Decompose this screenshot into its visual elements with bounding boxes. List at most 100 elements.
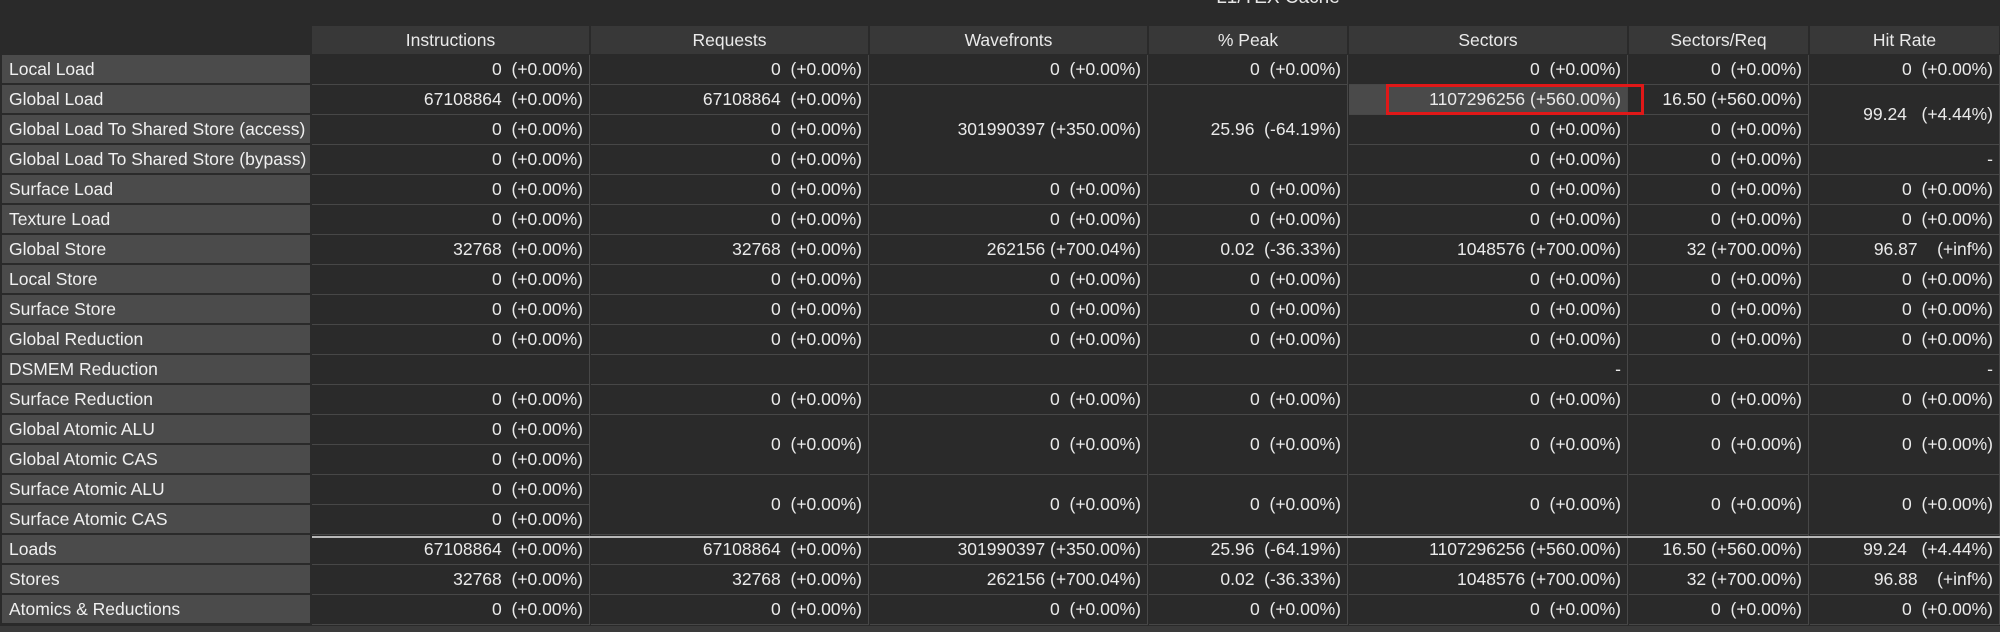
table-cell[interactable]: 32768 (+0.00%) bbox=[312, 565, 590, 595]
row-label[interactable]: Surface Load bbox=[2, 175, 310, 204]
table-cell[interactable]: 0 (+0.00%) bbox=[1149, 265, 1348, 295]
table-cell[interactable]: 99.24 (+4.44%) bbox=[1810, 85, 2000, 145]
table-cell[interactable]: 0 (+0.00%) bbox=[312, 475, 590, 505]
table-cell[interactable]: 0 (+0.00%) bbox=[1349, 595, 1628, 625]
table-cell[interactable]: 0 (+0.00%) bbox=[1349, 265, 1628, 295]
table-cell[interactable]: 0 (+0.00%) bbox=[1629, 325, 1809, 355]
table-cell[interactable]: 0 (+0.00%) bbox=[1810, 415, 2000, 475]
table-cell[interactable]: - bbox=[1810, 145, 2000, 175]
table-cell[interactable]: 0 (+0.00%) bbox=[591, 415, 869, 475]
table-cell[interactable]: 0 (+0.00%) bbox=[591, 55, 869, 85]
table-cell[interactable]: 0 (+0.00%) bbox=[870, 595, 1148, 625]
table-cell[interactable]: 67108864 (+0.00%) bbox=[312, 535, 590, 565]
table-cell[interactable]: 0 (+0.00%) bbox=[1629, 595, 1809, 625]
table-cell[interactable]: 0 (+0.00%) bbox=[312, 265, 590, 295]
table-cell[interactable]: 67108864 (+0.00%) bbox=[591, 535, 869, 565]
table-cell[interactable]: 1107296256 (+560.00%) bbox=[1349, 535, 1628, 565]
table-cell[interactable]: 0 (+0.00%) bbox=[591, 145, 869, 175]
table-cell[interactable]: 0 (+0.00%) bbox=[312, 295, 590, 325]
table-cell[interactable]: 0 (+0.00%) bbox=[591, 175, 869, 205]
table-cell[interactable]: 0 (+0.00%) bbox=[1629, 115, 1809, 145]
table-cell[interactable]: 0 (+0.00%) bbox=[1149, 205, 1348, 235]
table-cell[interactable]: 32 (+700.00%) bbox=[1629, 235, 1809, 265]
table-cell[interactable]: 0 (+0.00%) bbox=[312, 595, 590, 625]
table-cell[interactable]: 0 (+0.00%) bbox=[1629, 295, 1809, 325]
row-label[interactable]: Local Store bbox=[2, 265, 310, 294]
table-cell[interactable]: 301990397 (+350.00%) bbox=[870, 85, 1148, 175]
table-cell[interactable]: 0 (+0.00%) bbox=[312, 445, 590, 475]
table-cell[interactable]: 0 (+0.00%) bbox=[1629, 415, 1809, 475]
table-cell[interactable]: 67108864 (+0.00%) bbox=[591, 85, 869, 115]
table-cell[interactable]: 32768 (+0.00%) bbox=[312, 235, 590, 265]
table-cell[interactable]: 0 (+0.00%) bbox=[1810, 295, 2000, 325]
table-cell[interactable]: 67108864 (+0.00%) bbox=[312, 85, 590, 115]
row-label[interactable]: Texture Load bbox=[2, 205, 310, 234]
table-cell[interactable]: 0 (+0.00%) bbox=[312, 175, 590, 205]
table-cell[interactable]: 0 (+0.00%) bbox=[870, 325, 1148, 355]
table-cell[interactable]: 0 (+0.00%) bbox=[1149, 55, 1348, 85]
table-cell[interactable]: 0 (+0.00%) bbox=[1349, 475, 1628, 535]
table-cell[interactable]: 32768 (+0.00%) bbox=[591, 565, 869, 595]
table-cell[interactable]: 0 (+0.00%) bbox=[1149, 295, 1348, 325]
table-cell[interactable] bbox=[1629, 355, 1809, 385]
row-label[interactable]: Global Atomic ALU bbox=[2, 415, 310, 444]
table-cell[interactable]: 0 (+0.00%) bbox=[312, 415, 590, 445]
table-cell[interactable]: 0 (+0.00%) bbox=[1629, 475, 1809, 535]
table-cell[interactable]: 0 (+0.00%) bbox=[870, 205, 1148, 235]
table-cell[interactable]: 0 (+0.00%) bbox=[1149, 415, 1348, 475]
row-label[interactable]: Surface Atomic ALU bbox=[2, 475, 310, 504]
table-cell[interactable]: 32 (+700.00%) bbox=[1629, 565, 1809, 595]
header-sectors[interactable]: Sectors bbox=[1349, 26, 1628, 54]
table-cell[interactable]: 0 (+0.00%) bbox=[870, 265, 1148, 295]
row-label[interactable]: Global Load To Shared Store (access) bbox=[2, 115, 310, 144]
table-cell[interactable]: 0.02 (-36.33%) bbox=[1149, 565, 1348, 595]
header-instructions[interactable]: Instructions bbox=[312, 26, 590, 54]
table-cell[interactable]: 0 (+0.00%) bbox=[870, 415, 1148, 475]
table-cell[interactable] bbox=[870, 355, 1148, 385]
table-cell[interactable]: 0.02 (-36.33%) bbox=[1149, 235, 1348, 265]
table-cell[interactable]: 0 (+0.00%) bbox=[312, 115, 590, 145]
table-cell[interactable]: 0 (+0.00%) bbox=[591, 295, 869, 325]
table-cell[interactable]: 99.24 (+4.44%) bbox=[1810, 535, 2000, 565]
table-cell[interactable]: 0 (+0.00%) bbox=[1149, 595, 1348, 625]
table-cell[interactable]: 0 (+0.00%) bbox=[1349, 325, 1628, 355]
table-cell[interactable]: 0 (+0.00%) bbox=[870, 475, 1148, 535]
header-wavefronts[interactable]: Wavefronts bbox=[870, 26, 1148, 54]
header-hit-rate[interactable]: Hit Rate bbox=[1810, 26, 2000, 54]
table-cell[interactable]: 0 (+0.00%) bbox=[1349, 175, 1628, 205]
table-cell[interactable]: 1048576 (+700.00%) bbox=[1349, 565, 1628, 595]
table-cell[interactable]: 0 (+0.00%) bbox=[1810, 205, 2000, 235]
table-cell[interactable]: 0 (+0.00%) bbox=[312, 385, 590, 415]
table-cell[interactable]: 1048576 (+700.00%) bbox=[1349, 235, 1628, 265]
table-cell[interactable]: - bbox=[1349, 355, 1628, 385]
table-cell[interactable]: 0 (+0.00%) bbox=[870, 175, 1148, 205]
table-cell[interactable]: 0 (+0.00%) bbox=[1149, 475, 1348, 535]
table-cell[interactable]: 0 (+0.00%) bbox=[1349, 145, 1628, 175]
table-cell[interactable]: 0 (+0.00%) bbox=[1629, 265, 1809, 295]
table-cell[interactable]: 32768 (+0.00%) bbox=[591, 235, 869, 265]
table-cell[interactable]: 0 (+0.00%) bbox=[312, 325, 590, 355]
table-cell[interactable]: 16.50 (+560.00%) bbox=[1629, 535, 1809, 565]
table-cell[interactable]: 0 (+0.00%) bbox=[312, 55, 590, 85]
header-requests[interactable]: Requests bbox=[591, 26, 869, 54]
table-cell[interactable] bbox=[312, 355, 590, 385]
table-cell[interactable]: 96.88 (+inf%) bbox=[1810, 565, 2000, 595]
row-label[interactable]: DSMEM Reduction bbox=[2, 355, 310, 384]
table-cell[interactable]: 0 (+0.00%) bbox=[1349, 115, 1628, 145]
table-cell[interactable]: 0 (+0.00%) bbox=[1629, 205, 1809, 235]
table-cell[interactable]: 0 (+0.00%) bbox=[1810, 475, 2000, 535]
table-cell[interactable]: 0 (+0.00%) bbox=[591, 385, 869, 415]
row-label[interactable]: Global Store bbox=[2, 235, 310, 264]
table-cell[interactable]: 0 (+0.00%) bbox=[591, 115, 869, 145]
table-cell[interactable]: 0 (+0.00%) bbox=[1349, 415, 1628, 475]
table-cell[interactable]: 0 (+0.00%) bbox=[1810, 385, 2000, 415]
table-cell[interactable]: 262156 (+700.04%) bbox=[870, 565, 1148, 595]
table-cell[interactable]: 0 (+0.00%) bbox=[1810, 175, 2000, 205]
table-cell[interactable]: 0 (+0.00%) bbox=[312, 145, 590, 175]
row-label[interactable]: Stores bbox=[2, 565, 310, 594]
table-cell[interactable]: 0 (+0.00%) bbox=[1349, 205, 1628, 235]
row-label[interactable]: Local Load bbox=[2, 55, 310, 84]
table-cell[interactable] bbox=[591, 355, 869, 385]
table-cell[interactable] bbox=[1149, 355, 1348, 385]
table-cell[interactable]: 301990397 (+350.00%) bbox=[870, 535, 1148, 565]
